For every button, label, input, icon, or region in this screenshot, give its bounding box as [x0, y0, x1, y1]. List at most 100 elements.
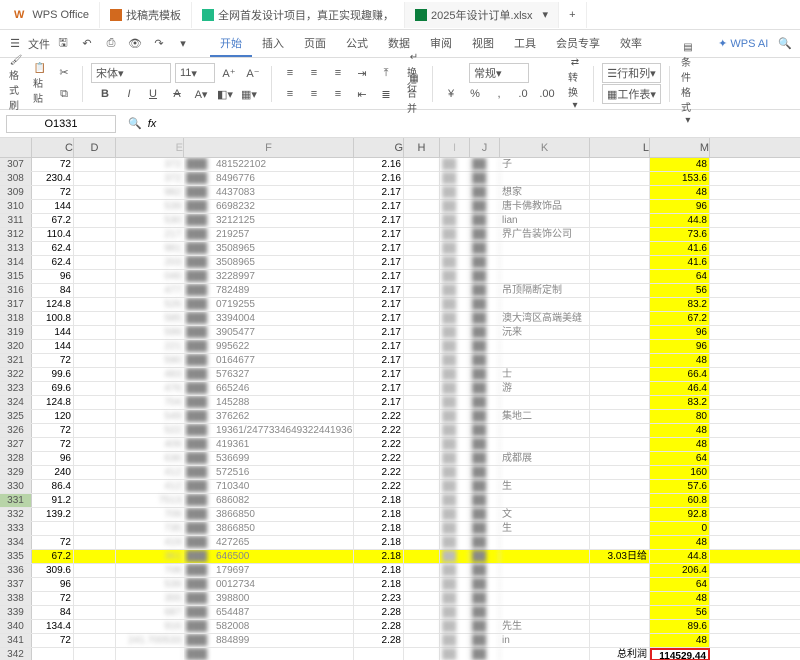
cell[interactable]: ██	[440, 340, 470, 353]
cell[interactable]: ██	[440, 172, 470, 185]
cell[interactable]: ██	[470, 298, 500, 311]
cell[interactable]: 144	[32, 340, 74, 353]
increase-font-icon[interactable]: A⁺	[219, 63, 239, 83]
cell[interactable]: 735	[116, 522, 184, 535]
cell[interactable]	[404, 494, 440, 507]
cell[interactable]: 2.22	[354, 424, 404, 437]
cell[interactable]: ███582008	[184, 620, 354, 633]
cell[interactable]: ███884899	[184, 634, 354, 647]
cell[interactable]	[74, 550, 116, 563]
cell[interactable]: ███427265	[184, 536, 354, 549]
cell[interactable]: 309.6	[32, 564, 74, 577]
cell[interactable]	[74, 200, 116, 213]
font-select[interactable]: 宋体 ▾	[91, 63, 171, 83]
row-header[interactable]: 314	[0, 256, 32, 269]
cell[interactable]: ██	[470, 592, 500, 605]
row-header[interactable]: 313	[0, 242, 32, 255]
cell[interactable]: 2.18	[354, 522, 404, 535]
cell[interactable]	[404, 620, 440, 633]
cell[interactable]: ██	[470, 438, 500, 451]
cell[interactable]	[590, 312, 650, 325]
cell[interactable]: 530	[116, 214, 184, 227]
cell[interactable]: 83.2	[650, 298, 710, 311]
cell[interactable]: 522	[116, 424, 184, 437]
cell[interactable]: ██	[440, 494, 470, 507]
redo-icon[interactable]: ↷	[148, 33, 170, 55]
cell[interactable]: ███686082	[184, 494, 354, 507]
cell[interactable]	[500, 578, 590, 591]
save-icon[interactable]: 🖫	[52, 33, 74, 55]
tab-template[interactable]: 找稿壳模板	[100, 2, 192, 28]
cell[interactable]: 73.6	[650, 228, 710, 241]
cell[interactable]: ██	[470, 550, 500, 563]
cell[interactable]	[116, 648, 184, 660]
table-row[interactable]: 310144539███66982322.17████唐卡佛教饰品96	[0, 200, 800, 214]
cell[interactable]: 41.6	[650, 242, 710, 255]
cell[interactable]	[404, 452, 440, 465]
cell[interactable]: ██	[440, 550, 470, 563]
dropdown-icon[interactable]: ▾	[543, 8, 549, 21]
cell[interactable]	[590, 214, 650, 227]
cell[interactable]: 41.6	[650, 256, 710, 269]
cell[interactable]	[590, 172, 650, 185]
table-row[interactable]: 333735███38668502.18████生0	[0, 522, 800, 536]
cell[interactable]: ███782489	[184, 284, 354, 297]
cell[interactable]: 96	[32, 270, 74, 283]
cell[interactable]: 636	[116, 452, 184, 465]
table-row[interactable]: 32672522███19361/247733464932244193612.2…	[0, 424, 800, 438]
cell[interactable]: 成都展	[500, 452, 590, 465]
cell[interactable]: ███646500	[184, 550, 354, 563]
cell[interactable]	[74, 536, 116, 549]
cell[interactable]	[74, 410, 116, 423]
cell[interactable]	[590, 466, 650, 479]
cell[interactable]: 153.6	[650, 172, 710, 185]
cell[interactable]: ██	[470, 578, 500, 591]
cell[interactable]: ██	[470, 620, 500, 633]
cell[interactable]: ██	[440, 284, 470, 297]
row-header[interactable]: 336	[0, 564, 32, 577]
cell[interactable]	[32, 648, 74, 660]
cell[interactable]: 241.700533	[116, 634, 184, 647]
cell[interactable]: ██	[470, 508, 500, 521]
cell[interactable]	[404, 186, 440, 199]
cell[interactable]: 84	[32, 606, 74, 619]
cell[interactable]	[590, 620, 650, 633]
cell[interactable]: ██	[470, 368, 500, 381]
cell[interactable]: 2.18	[354, 494, 404, 507]
cell[interactable]	[74, 466, 116, 479]
cell[interactable]: 83.2	[650, 396, 710, 409]
cell[interactable]	[404, 270, 440, 283]
paste-button[interactable]: 📋粘贴	[30, 74, 50, 94]
row-header[interactable]: 323	[0, 382, 32, 395]
row-header[interactable]: 327	[0, 438, 32, 451]
cell[interactable]: ██	[470, 200, 500, 213]
cell[interactable]: ███3212125	[184, 214, 354, 227]
tab-spreadsheet[interactable]: 2025年设计订单.xlsx▾	[405, 2, 559, 28]
cell[interactable]	[590, 438, 650, 451]
table-row[interactable]: 320144221███9956222.17████96	[0, 340, 800, 354]
cell[interactable]	[590, 410, 650, 423]
cell[interactable]: 3.03日给	[590, 550, 650, 563]
cell[interactable]: ██	[440, 186, 470, 199]
cell[interactable]	[404, 396, 440, 409]
row-header[interactable]: 309	[0, 186, 32, 199]
cell[interactable]: ███576327	[184, 368, 354, 381]
cell[interactable]: ██	[470, 522, 500, 535]
row-header[interactable]: 316	[0, 284, 32, 297]
cell[interactable]	[590, 480, 650, 493]
cell[interactable]: ██	[470, 242, 500, 255]
cell[interactable]: 72	[32, 592, 74, 605]
cell[interactable]: ██	[440, 480, 470, 493]
cell[interactable]: 2.17	[354, 200, 404, 213]
cell[interactable]: ███	[184, 648, 354, 660]
tab-project[interactable]: 全网首发设计项目，真正实现趣赚，	[192, 2, 405, 28]
align-left-icon[interactable]: ≡	[280, 84, 300, 104]
cell[interactable]	[500, 494, 590, 507]
cell[interactable]	[74, 172, 116, 185]
cell[interactable]	[74, 648, 116, 660]
copy-icon[interactable]: ⧉	[54, 85, 74, 105]
cell[interactable]	[500, 550, 590, 563]
align-top-icon[interactable]: ≡	[280, 63, 300, 83]
col-header[interactable]: C	[32, 138, 74, 157]
cell[interactable]	[74, 256, 116, 269]
